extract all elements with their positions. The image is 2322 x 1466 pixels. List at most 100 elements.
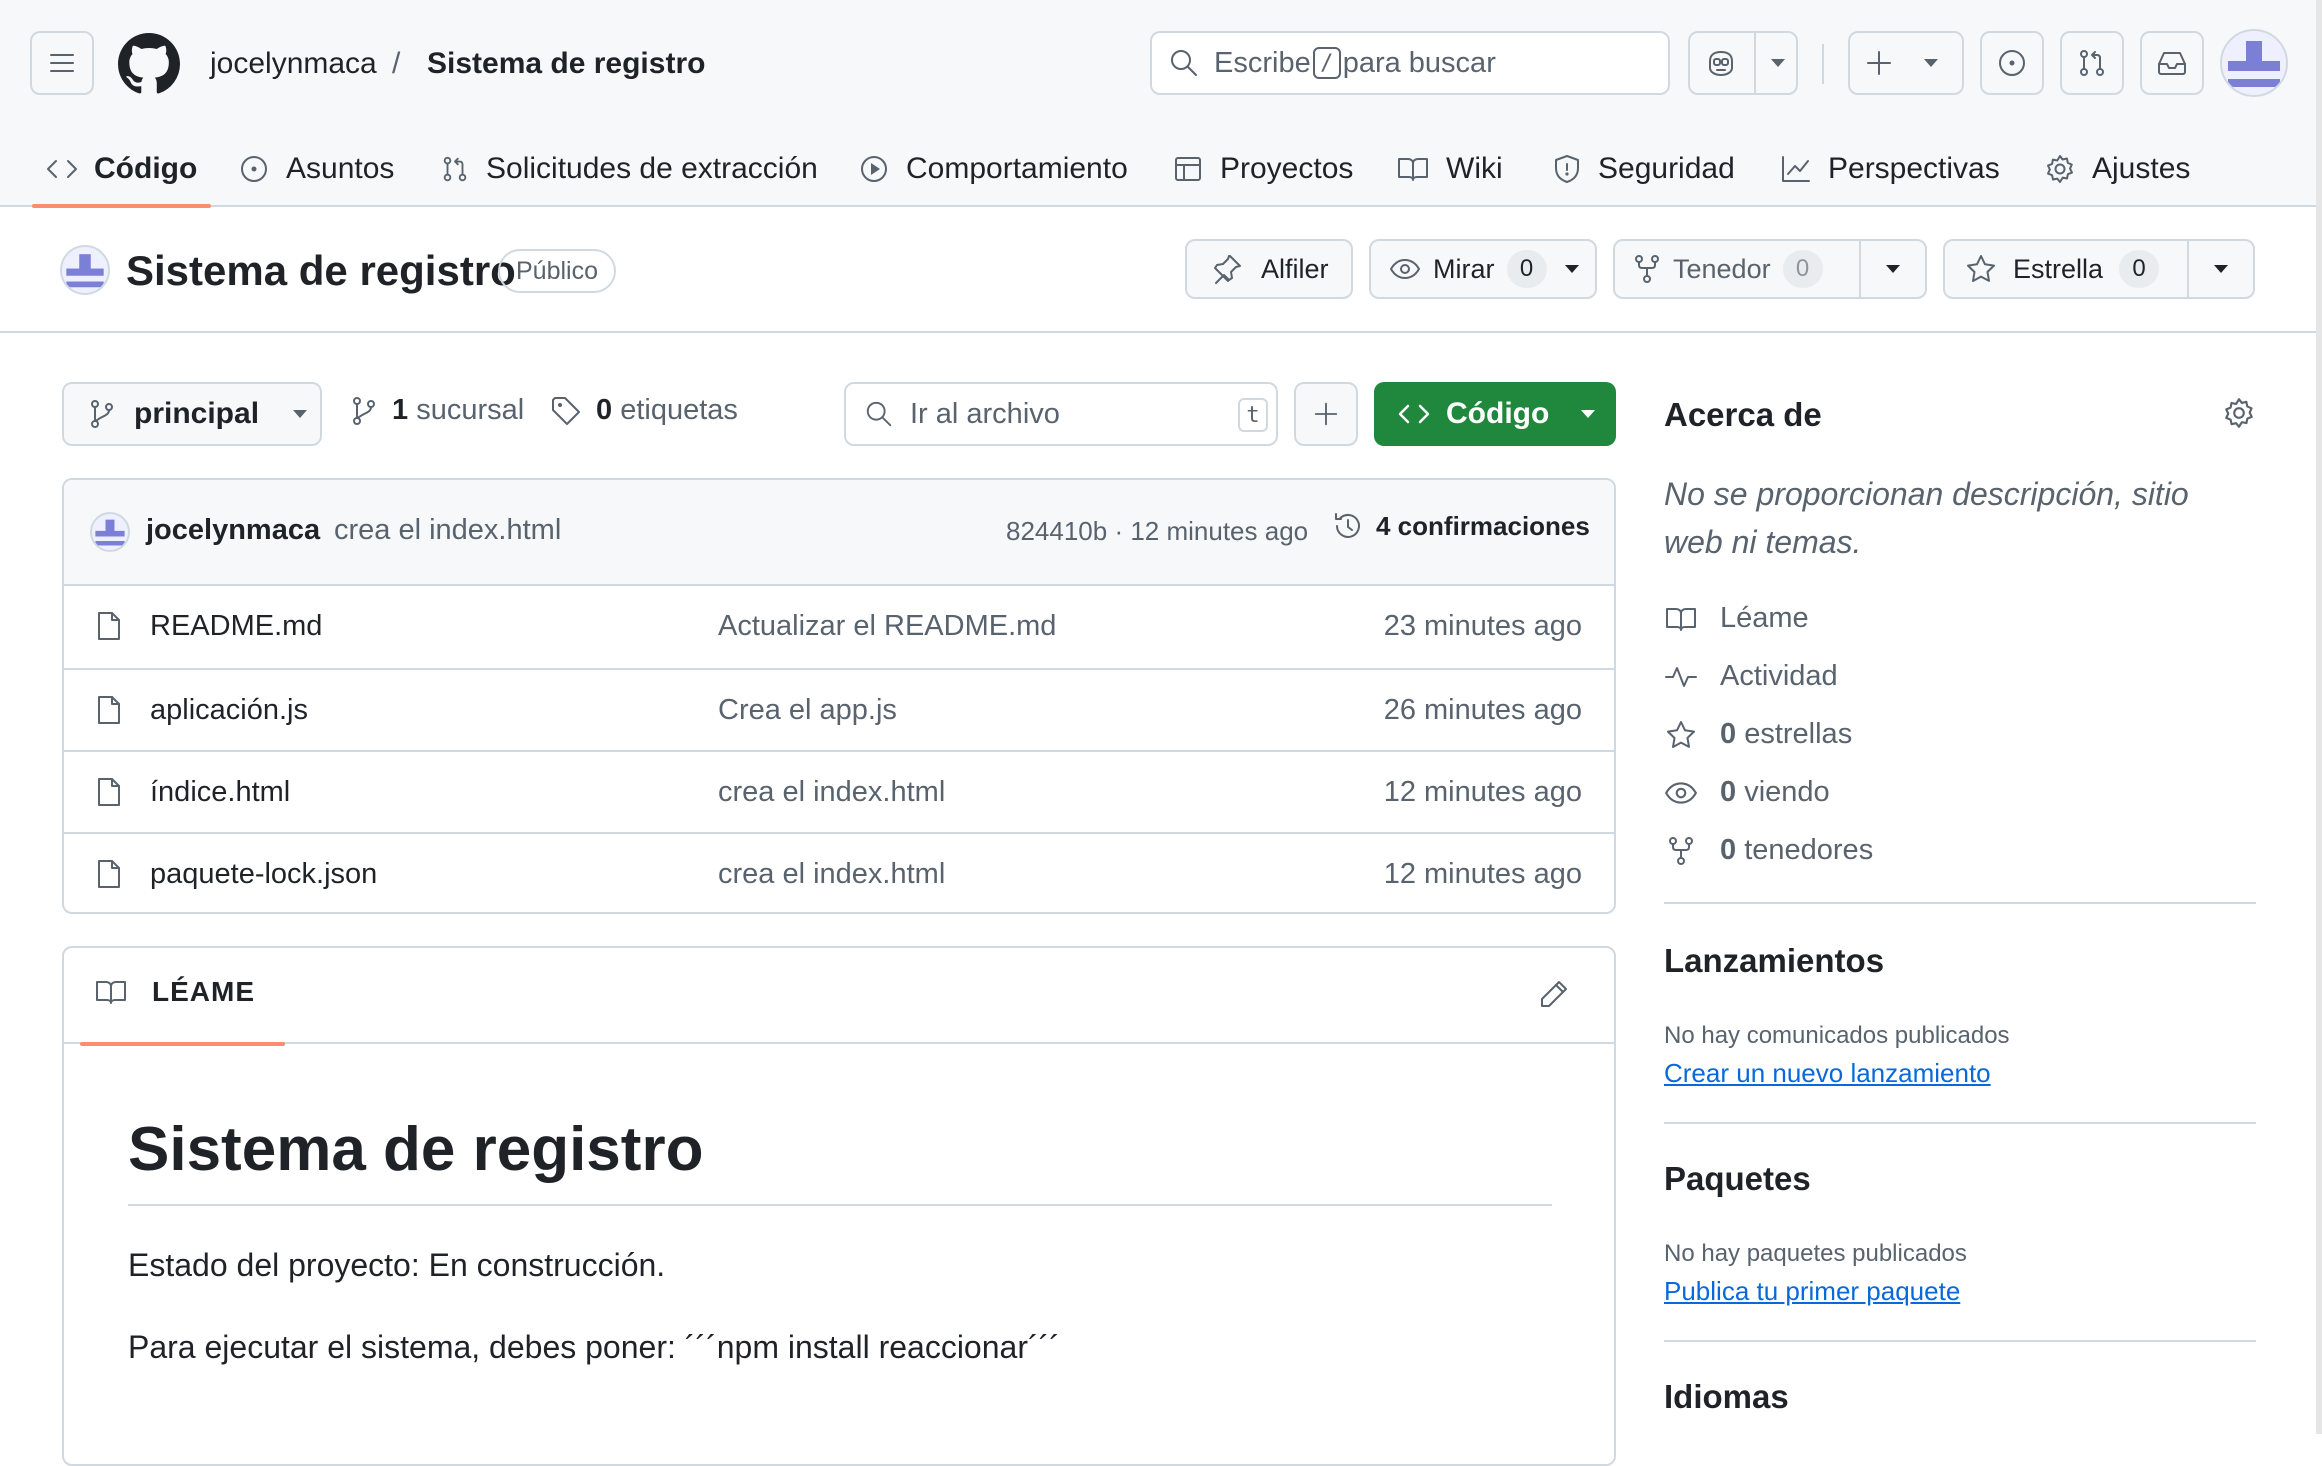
sidebar-watching-link[interactable]: 0 viendo (1664, 776, 1830, 809)
file-row[interactable]: paquete-lock.json crea el index.html 12 … (64, 832, 1614, 912)
file-name[interactable]: paquete-lock.json (150, 858, 377, 891)
go-to-file-input[interactable]: Ir al archivo t (844, 382, 1278, 446)
star-dropdown[interactable] (2187, 241, 2253, 297)
tab-security-label: Seguridad (1598, 151, 1735, 185)
code-button-label: Código (1446, 397, 1550, 430)
publish-package-link[interactable]: Publica tu primer paquete (1664, 1276, 1960, 1307)
sidebar-activity-link[interactable]: Actividad (1664, 660, 1838, 693)
chevron-down-icon (1924, 59, 1938, 67)
copilot-button[interactable] (1688, 31, 1798, 95)
releases-heading[interactable]: Lanzamientos (1664, 942, 1884, 980)
file-commit-time: 26 minutes ago (1383, 694, 1582, 726)
pulse-icon (1665, 666, 1697, 687)
pin-label: Alfiler (1261, 253, 1329, 284)
file-icon (98, 612, 120, 640)
commits-count: 4 confirmaciones (1376, 510, 1590, 541)
book-icon (96, 981, 126, 1004)
about-description: No se proporcionan descripción, sitio we… (1664, 476, 2189, 560)
star-button[interactable]: Estrella 0 (1943, 239, 2255, 299)
file-commit-message[interactable]: Crea el app.js (718, 694, 897, 727)
add-file-button[interactable] (1294, 382, 1358, 446)
file-name[interactable]: aplicación.js (150, 694, 308, 727)
readme-tab[interactable]: LÉAME (80, 976, 285, 1046)
tab-security[interactable]: Seguridad (1552, 130, 1735, 207)
file-name[interactable]: índice.html (150, 776, 290, 809)
latest-commit-bar: jocelynmaca crea el index.html 824410b ·… (64, 480, 1614, 586)
fork-dropdown[interactable] (1859, 241, 1925, 297)
code-dropdown-button[interactable]: Código (1374, 382, 1616, 446)
repo-title[interactable]: Sistema de registro (126, 245, 516, 297)
tab-settings-label: Ajustes (2092, 151, 2191, 185)
branch-name: principal (134, 397, 260, 430)
sidebar-stars-link[interactable]: 0 estrellas (1664, 718, 1852, 751)
about-heading: Acerca de (1664, 396, 1822, 433)
sidebar-forks-link[interactable]: 0 tenedores (1664, 834, 1873, 867)
sidebar-readme-link[interactable]: Léame (1664, 602, 1809, 635)
watch-label: Mirar (1433, 253, 1495, 284)
tab-code-label: Código (94, 151, 198, 185)
fork-icon (1635, 255, 1659, 283)
header-divider (1822, 44, 1824, 84)
inbox-button[interactable] (2140, 31, 2204, 95)
plus-icon (1867, 51, 1891, 75)
commits-history-link[interactable]: 4 confirmaciones (1332, 510, 1590, 542)
file-commit-message[interactable]: Actualizar el README.md (718, 610, 1056, 643)
file-row[interactable]: aplicación.js Crea el app.js 26 minutes … (64, 668, 1614, 750)
file-icon (98, 860, 120, 888)
readme-panel: LÉAME Sistema de registro Estado del pro… (62, 946, 1616, 1466)
packages-heading[interactable]: Paquetes (1664, 1160, 1811, 1198)
packages-empty-note: No hay paquetes publicados (1664, 1240, 1967, 1267)
branches-link[interactable]: 1 sucursal (350, 394, 524, 427)
actions-play-icon (861, 155, 887, 182)
breadcrumb-owner[interactable]: jocelynmaca (210, 44, 377, 84)
breadcrumb-repo[interactable]: Sistema de registro (427, 44, 705, 84)
hamburger-menu-button[interactable] (30, 31, 94, 95)
your-pull-requests-button[interactable] (2060, 31, 2124, 95)
watch-button[interactable]: Mirar 0 (1369, 239, 1597, 299)
tab-code[interactable]: Código (31, 130, 212, 208)
readme-header: LÉAME (64, 948, 1614, 1046)
chevron-down-icon[interactable] (1769, 57, 1787, 69)
stars-count: 0 (1720, 718, 1737, 750)
table-icon (1175, 156, 1201, 181)
tab-wiki[interactable]: Wiki (1396, 130, 1503, 207)
languages-heading: Idiomas (1664, 1378, 1789, 1415)
chevron-down-icon (1581, 410, 1596, 418)
file-row[interactable]: índice.html crea el index.html 12 minute… (64, 750, 1614, 832)
tab-issues[interactable]: Asuntos (238, 130, 394, 207)
file-row[interactable]: README.md Actualizar el README.md 23 min… (64, 586, 1614, 668)
star-label: Estrella (2013, 253, 2104, 284)
search-input[interactable]: Escribe / para buscar (1150, 31, 1670, 95)
commit-author[interactable]: jocelynmaca (146, 514, 320, 547)
search-icon (866, 401, 892, 427)
github-logo-icon[interactable] (118, 33, 180, 95)
tab-issues-label: Asuntos (286, 151, 395, 185)
file-commit-message[interactable]: crea el index.html (718, 776, 945, 809)
fork-count: 0 (1782, 250, 1823, 288)
pin-button[interactable]: Alfiler (1185, 239, 1353, 299)
file-commit-message[interactable]: crea el index.html (718, 858, 945, 891)
repo-owner-avatar[interactable] (60, 245, 110, 295)
tab-settings[interactable]: Ajustes (2044, 130, 2190, 207)
releases-empty-note: No hay comunicados publicados (1664, 1022, 2010, 1049)
create-release-link[interactable]: Crear un nuevo lanzamiento (1664, 1058, 1991, 1089)
pin-icon (1214, 255, 1241, 284)
pencil-icon[interactable] (1538, 978, 1570, 1010)
tab-pull-requests[interactable]: Solicitudes de extracción (440, 130, 818, 207)
fork-button[interactable]: Tenedor 0 (1613, 239, 1927, 299)
your-issues-button[interactable] (1980, 31, 2044, 95)
tab-projects[interactable]: Proyectos (1172, 130, 1353, 207)
tags-link[interactable]: 0 etiquetas (550, 394, 738, 427)
tab-actions[interactable]: Comportamiento (858, 130, 1128, 207)
avatar[interactable] (2220, 29, 2288, 97)
file-name[interactable]: README.md (150, 610, 322, 643)
commit-hash-time[interactable]: 824410b · 12 minutes ago (1006, 516, 1308, 547)
commit-message[interactable]: crea el index.html (334, 514, 561, 547)
create-new-button[interactable] (1848, 31, 1964, 95)
commit-author-avatar[interactable] (90, 512, 130, 552)
gear-icon[interactable] (2222, 396, 2256, 430)
branch-selector[interactable]: principal (62, 382, 322, 446)
tab-wiki-label: Wiki (1446, 151, 1503, 185)
file-icon (98, 696, 120, 724)
tab-insights[interactable]: Perspectivas (1780, 130, 2000, 207)
